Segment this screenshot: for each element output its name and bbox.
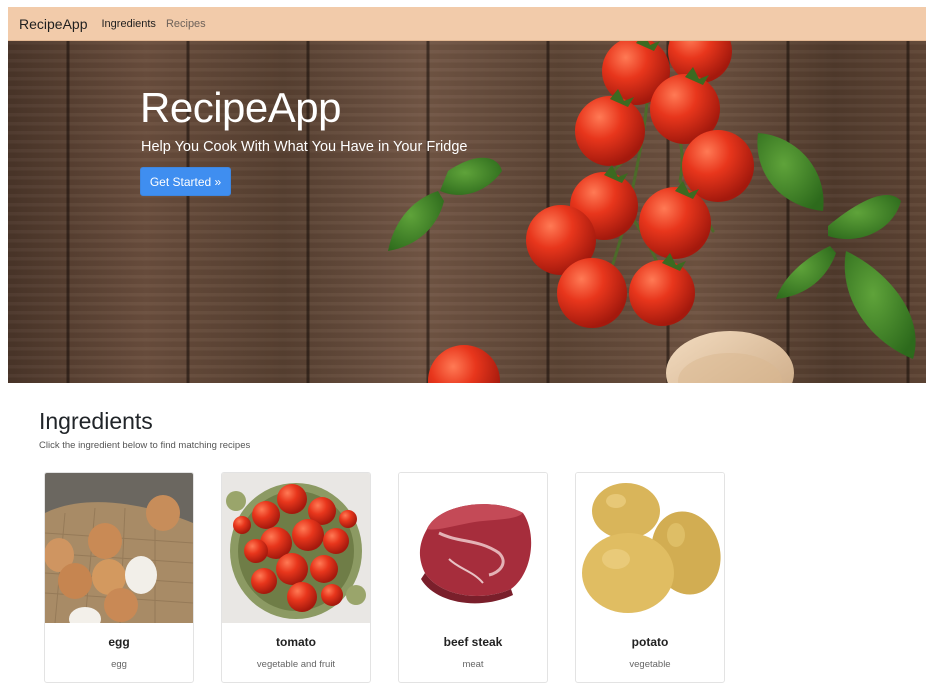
- eggs-image: [45, 473, 193, 623]
- ingredient-card-potato[interactable]: potato vegetable: [575, 472, 725, 683]
- hero-banner: RecipeApp Help You Cook With What You Ha…: [8, 41, 926, 383]
- beef-steak-image: [399, 473, 547, 623]
- ingredient-category: vegetable and fruit: [256, 659, 336, 670]
- ingredient-category: meat: [462, 659, 484, 670]
- hero-title: RecipeApp: [140, 84, 341, 131]
- hero-subtitle: Help You Cook With What You Have in Your…: [141, 139, 468, 155]
- ingredient-name: tomato: [276, 635, 316, 649]
- ingredient-name: potato: [631, 635, 669, 649]
- ingredient-card-tomato[interactable]: tomato vegetable and fruit: [221, 472, 371, 683]
- brand-link[interactable]: RecipeApp: [19, 16, 88, 32]
- nav-link-ingredients[interactable]: Ingredients: [102, 18, 156, 30]
- tomatoes-bowl-image: [222, 473, 370, 623]
- ingredient-card-beef-steak[interactable]: beef steak meat: [398, 472, 548, 683]
- potatoes-image: [576, 473, 724, 623]
- ingredient-card-egg[interactable]: egg egg: [44, 472, 194, 683]
- ingredient-category: egg: [111, 659, 127, 670]
- navbar: RecipeApp Ingredients Recipes: [8, 7, 926, 41]
- get-started-button[interactable]: Get Started »: [140, 167, 231, 196]
- ingredients-heading: Ingredients: [39, 408, 153, 434]
- nav-link-recipes[interactable]: Recipes: [166, 18, 206, 30]
- ingredient-name: egg: [108, 635, 130, 649]
- ingredient-name: beef steak: [443, 635, 503, 649]
- ingredient-category: vegetable: [629, 659, 671, 670]
- ingredients-subtitle: Click the ingredient below to find match…: [39, 440, 251, 451]
